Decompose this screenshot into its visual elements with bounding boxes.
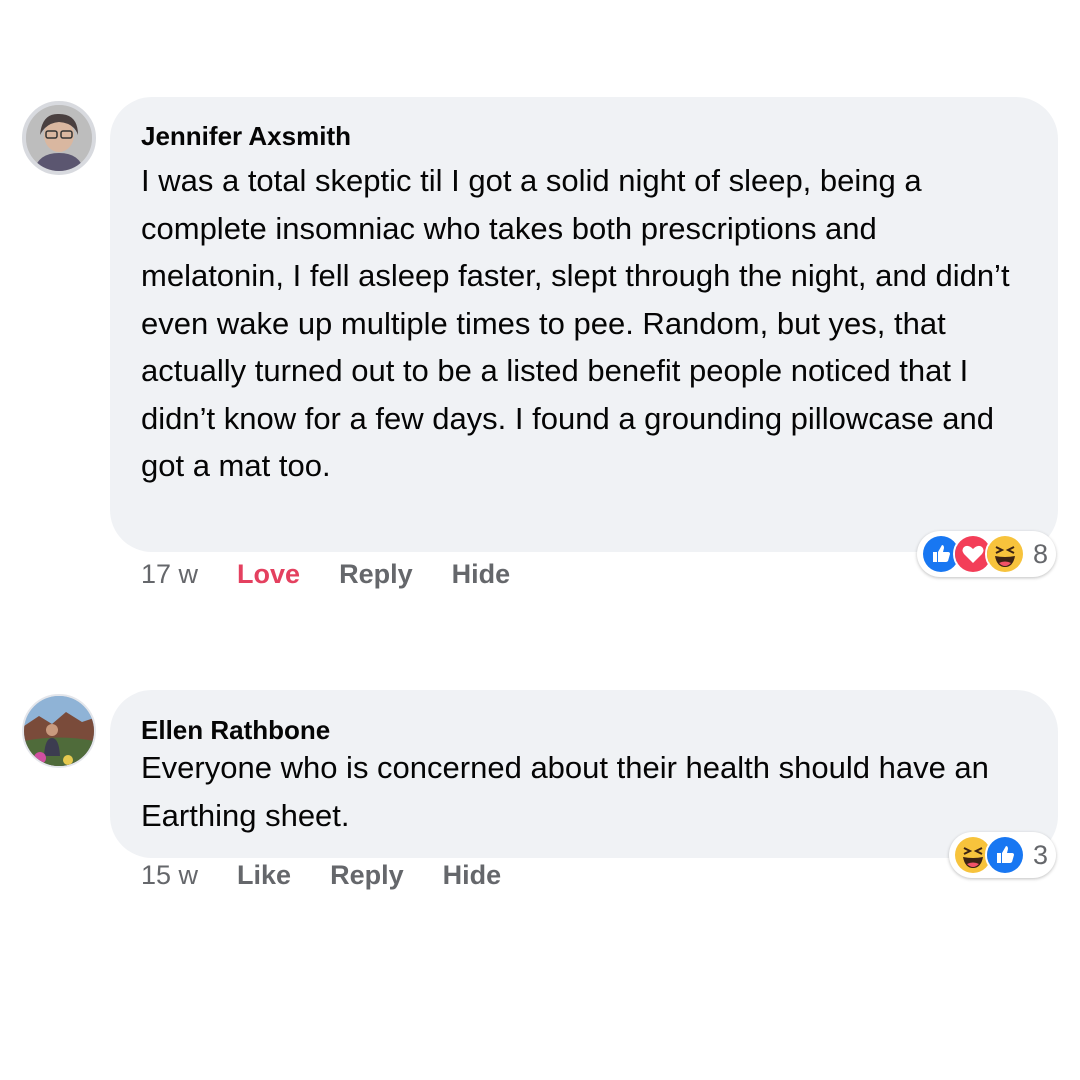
comment-timestamp[interactable]: 17 w [141,559,198,590]
comment-bubble: Jennifer Axsmith I was a total skeptic t… [110,97,1058,552]
reply-button[interactable]: Reply [339,559,413,590]
reaction-count: 8 [1032,538,1048,569]
reaction-summary[interactable]: 8 [916,531,1056,577]
haha-icon [984,534,1025,574]
reaction-summary[interactable]: 3 [948,832,1056,878]
hide-button[interactable]: Hide [452,559,511,590]
profile-photo-icon [24,696,94,766]
comment-bubble: Ellen Rathbone Everyone who is concerned… [110,690,1058,858]
comment-author[interactable]: Ellen Rathbone [141,713,1028,747]
comment-actions: 17 w Love Reply Hide [141,559,549,590]
love-button[interactable]: Love [237,559,300,590]
profile-photo-icon [26,105,92,171]
reaction-count: 3 [1032,839,1048,870]
hide-button[interactable]: Hide [443,860,502,891]
comment-text: Everyone who is concerned about their he… [141,750,989,833]
avatar[interactable] [22,101,96,175]
reply-button[interactable]: Reply [330,860,404,891]
avatar[interactable] [22,694,96,768]
comment-actions: 15 w Like Reply Hide [141,860,540,891]
comment-timestamp[interactable]: 15 w [141,860,198,891]
like-icon [984,835,1025,875]
comment-author[interactable]: Jennifer Axsmith [141,119,1028,153]
comment-text: I was a total skeptic til I got a solid … [141,163,1010,483]
like-button[interactable]: Like [237,860,291,891]
